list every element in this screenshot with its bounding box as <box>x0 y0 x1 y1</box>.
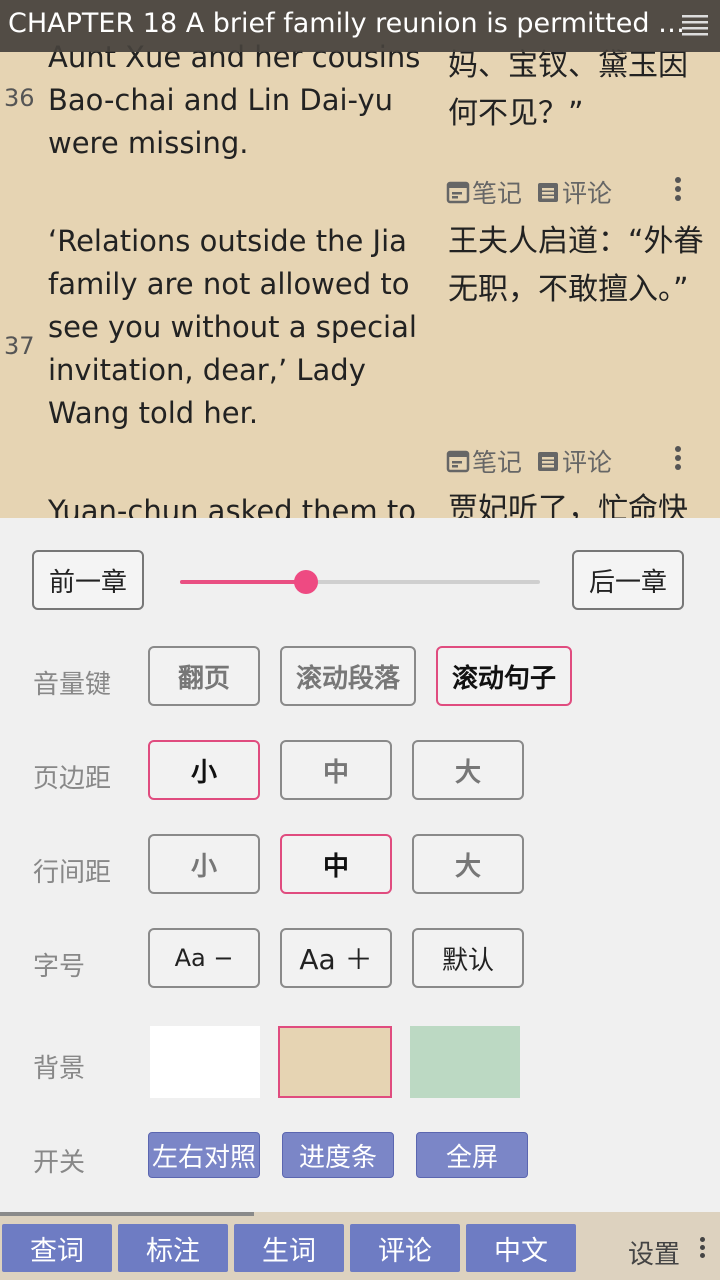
reading-area[interactable]: 36 Aunt Xue and her cousins Bao-chai and… <box>0 0 720 518</box>
volume-key-paragraph-option[interactable]: 滚动段落 <box>280 646 416 706</box>
chinese-text: 妈、宝钗、黛玉因何不见？” <box>448 48 688 131</box>
line-spacing-large-option[interactable]: 大 <box>412 834 524 894</box>
chapter-title: CHAPTER 18 A brief family reunion is per… <box>8 8 698 39</box>
comment-icon <box>538 452 559 471</box>
font-default-button[interactable]: 默认 <box>412 928 524 988</box>
line-spacing-small-option[interactable]: 小 <box>148 834 260 894</box>
note-button[interactable]: 笔记 <box>446 174 522 210</box>
fullscreen-toggle[interactable]: 全屏 <box>416 1132 528 1178</box>
more-options-icon[interactable] <box>668 443 688 479</box>
english-text: Aunt Xue and her cousins Bao-chai and Li… <box>48 40 421 160</box>
comment-label: 评论 <box>562 448 613 477</box>
volume-key-page-option[interactable]: 翻页 <box>148 646 260 706</box>
parallel-text-toggle[interactable]: 左右对照 <box>148 1132 260 1178</box>
paragraph-number: 37 <box>4 332 35 360</box>
comment-icon <box>538 183 559 202</box>
english-text: Yuan-chun asked them to <box>48 494 416 518</box>
english-text: ‘Relations outside the Jia family are no… <box>48 224 417 430</box>
chinese-text: 王夫人启道：“外眷无职，不敢擅入。” <box>448 224 704 307</box>
more-options-icon[interactable] <box>668 174 688 210</box>
line-spacing-medium-option[interactable]: 中 <box>280 834 392 894</box>
bottom-toolbar: 查词 标注 生词 评论 中文 设置 <box>0 1212 720 1280</box>
tab-comments[interactable]: 评论 <box>350 1224 460 1272</box>
margin-medium-option[interactable]: 中 <box>280 740 392 800</box>
margin-label: 页边距 <box>33 764 112 794</box>
title-bar: CHAPTER 18 A brief family reunion is per… <box>0 0 720 52</box>
chinese-text: 贾妃听了，忙命快 <box>448 492 688 518</box>
comment-label: 评论 <box>562 179 613 208</box>
settings-button[interactable]: 设置 <box>628 1234 680 1271</box>
font-decrease-button[interactable]: Aa − <box>148 928 260 988</box>
scroll-indicator <box>0 1212 254 1216</box>
settings-panel: 前一章 后一章 音量键 翻页 滚动段落 滚动句子 页边距 小 中 大 行间距 小… <box>0 518 720 1212</box>
tab-chinese[interactable]: 中文 <box>466 1224 576 1272</box>
paragraph-tools: 笔记 评论 <box>446 174 626 210</box>
background-green-swatch[interactable] <box>410 1026 520 1098</box>
volume-key-sentence-option[interactable]: 滚动句子 <box>436 646 572 706</box>
margin-large-option[interactable]: 大 <box>412 740 524 800</box>
note-label: 笔记 <box>472 179 523 208</box>
background-label: 背景 <box>33 1054 86 1084</box>
next-chapter-button[interactable]: 后一章 <box>572 550 684 610</box>
settings-more-icon[interactable] <box>696 1234 708 1264</box>
note-button[interactable]: 笔记 <box>446 443 522 479</box>
slider-thumb[interactable] <box>294 570 318 594</box>
tab-lookup[interactable]: 查词 <box>2 1224 112 1272</box>
progress-bar-toggle[interactable]: 进度条 <box>282 1132 394 1178</box>
chapter-progress-slider[interactable] <box>180 570 540 594</box>
background-white-swatch[interactable] <box>150 1026 260 1098</box>
tab-vocabulary[interactable]: 生词 <box>234 1224 344 1272</box>
volume-key-label: 音量键 <box>33 670 112 700</box>
switches-label: 开关 <box>33 1148 86 1178</box>
note-icon <box>446 450 470 473</box>
font-increase-button[interactable]: Aa ＋ <box>280 928 392 988</box>
font-size-label: 字号 <box>33 952 86 982</box>
comment-button[interactable]: 评论 <box>536 174 612 210</box>
paragraph-number: 36 <box>4 84 35 112</box>
menu-icon[interactable] <box>682 14 708 36</box>
note-label: 笔记 <box>472 448 523 477</box>
tab-annotate[interactable]: 标注 <box>118 1224 228 1272</box>
background-tan-swatch[interactable] <box>278 1026 392 1098</box>
prev-chapter-button[interactable]: 前一章 <box>32 550 144 610</box>
note-icon <box>446 181 470 204</box>
line-spacing-label: 行间距 <box>33 858 112 888</box>
margin-small-option[interactable]: 小 <box>148 740 260 800</box>
slider-fill <box>180 580 306 584</box>
paragraph-tools: 笔记 评论 <box>446 443 626 479</box>
comment-button[interactable]: 评论 <box>536 443 612 479</box>
